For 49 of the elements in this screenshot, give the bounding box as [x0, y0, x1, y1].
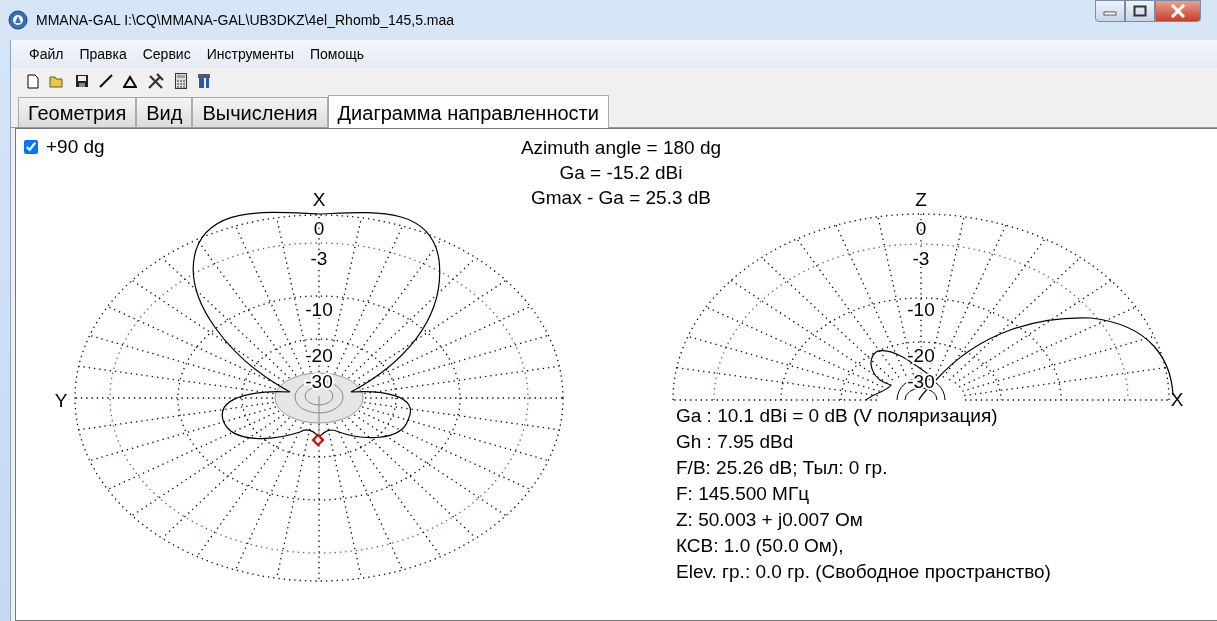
menu-item[interactable]: Файл [21, 43, 72, 65]
menu-item[interactable]: Инструменты [198, 43, 302, 65]
result-line: КСВ: 1.0 (50.0 Ом), [676, 535, 844, 556]
line-icon[interactable] [99, 74, 113, 88]
checkbox[interactable] [24, 140, 38, 154]
axis-label: Z [915, 189, 927, 210]
menu-item[interactable]: Сервис [134, 43, 199, 65]
axis-label: X [312, 189, 326, 210]
axis-label: X [1170, 389, 1184, 410]
tab[interactable]: Вычисления [192, 97, 328, 127]
figure-icon[interactable] [197, 73, 211, 89]
tab[interactable]: Вид [136, 97, 193, 127]
result-heading: Gmax - Ga = 25.3 dB [530, 187, 712, 208]
result-heading: Ga = -15.2 dBi [559, 162, 683, 183]
triangle-icon[interactable] [123, 74, 137, 88]
save-icon[interactable] [75, 74, 89, 88]
checkbox-label: +90 dg [46, 137, 105, 157]
result-line: Elev. гр.: 0.0 гр. (Свободное пространство) [676, 561, 1051, 582]
ring-label: -10 [305, 299, 333, 320]
ring-label: -30 [305, 371, 333, 392]
ring-label: -3 [310, 248, 328, 269]
ring-label: -20 [305, 345, 333, 366]
feed-point-marker [311, 433, 325, 447]
ring-label: -3 [912, 248, 930, 269]
axis-label: Y [54, 390, 68, 411]
tab[interactable]: Геометрия [18, 97, 137, 127]
window-title: MMANA-GAL I:\CQ\MMANA-GAL\UB3DKZ\4el_Rhomb_145,5.maa [36, 10, 455, 30]
result-line: F/B: 25.26 dB; Тыл: 0 гр. [676, 457, 888, 478]
ring-label: 0 [313, 218, 325, 239]
close-button[interactable] [1155, 0, 1201, 22]
tools-icon[interactable] [147, 73, 165, 89]
result-heading: Azimuth angle = 180 dg [520, 137, 722, 158]
app-icon [8, 10, 28, 30]
ring-label: -20 [907, 345, 935, 366]
new-document-icon[interactable] [27, 73, 39, 89]
calculator-icon[interactable] [175, 73, 187, 89]
menu-item[interactable]: Помощь [301, 43, 373, 65]
maximize-button[interactable] [1125, 0, 1155, 22]
result-line: F: 145.500 МГц [676, 483, 810, 504]
ring-label: 0 [915, 218, 927, 239]
ring-label: -10 [907, 299, 935, 320]
result-line: Z: 50.003 + j0.007 Ом [676, 509, 863, 530]
tab[interactable]: Диаграмма направленности [327, 95, 609, 128]
maximize-icon [1133, 5, 1147, 17]
result-line: Gh : 7.95 dBd [676, 431, 794, 452]
result-line: Ga : 10.1 dBi = 0 dB (V поляризация) [676, 405, 998, 426]
menu-item[interactable]: Правка [71, 43, 135, 65]
folder-icon[interactable] [49, 74, 65, 88]
close-icon [1170, 4, 1186, 18]
